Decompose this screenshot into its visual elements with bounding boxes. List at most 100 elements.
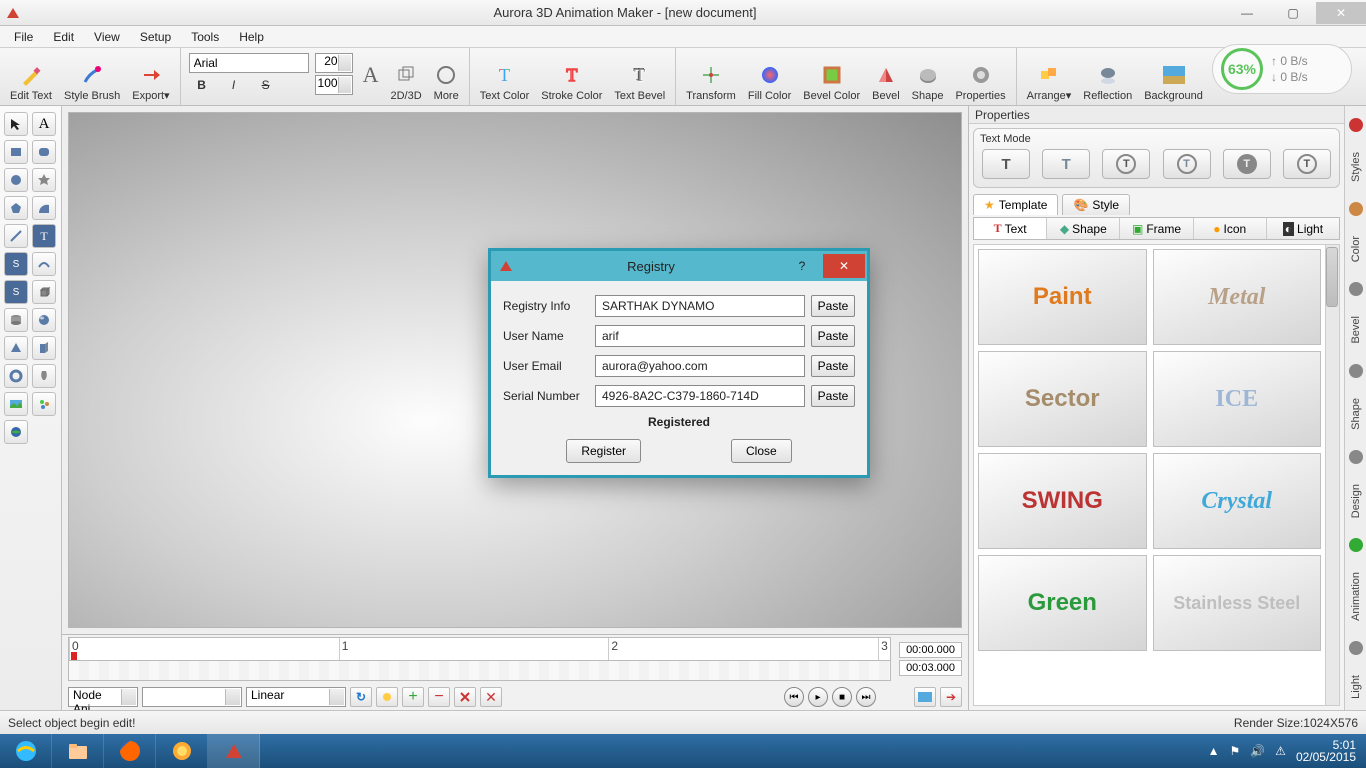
vase-tool[interactable]	[32, 364, 56, 388]
dialog-help-button[interactable]: ?	[781, 254, 823, 278]
arc-tool[interactable]	[32, 196, 56, 220]
goto-end-button[interactable]: ⏭	[856, 687, 876, 707]
gallery-item[interactable]: Crystal	[1153, 453, 1322, 549]
gallery-item[interactable]: Green	[978, 555, 1147, 651]
style-brush-button[interactable]: Style Brush	[60, 51, 124, 102]
easing-combo[interactable]: Linear	[246, 687, 346, 707]
prism-tool[interactable]	[32, 336, 56, 360]
maximize-button[interactable]: ▢	[1270, 2, 1316, 24]
register-button[interactable]: Register	[566, 439, 641, 463]
gallery-item[interactable]: SWING	[978, 453, 1147, 549]
more-button[interactable]: More	[430, 51, 463, 102]
text-mode-2[interactable]: T	[1042, 149, 1090, 179]
subtab-shape[interactable]: ◆Shape	[1047, 218, 1120, 239]
key-button[interactable]	[376, 687, 398, 707]
properties-button[interactable]: Properties	[951, 51, 1009, 102]
font-size-bottom-spinner[interactable]: 100	[315, 75, 353, 95]
tray-network-icon[interactable]: ⚠	[1275, 744, 1286, 758]
text-mode-3[interactable]: T	[1102, 149, 1150, 179]
tray-flag2-icon[interactable]: ⚑	[1229, 744, 1240, 758]
close-button[interactable]: ✕	[1316, 2, 1366, 24]
stroke-color-button[interactable]: TStroke Color	[537, 51, 606, 102]
remove-key-button[interactable]: −	[428, 687, 450, 707]
tray-volume-icon[interactable]: 🔊	[1250, 744, 1265, 758]
taskbar-app1[interactable]	[156, 734, 208, 768]
subtab-frame[interactable]: ▣Frame	[1120, 218, 1193, 239]
circle-tool[interactable]	[4, 168, 28, 192]
minimize-button[interactable]: —	[1224, 2, 1270, 24]
text-color-button[interactable]: TText Color	[476, 51, 534, 102]
text-mode-6[interactable]: T	[1283, 149, 1331, 179]
dialog-close-btn[interactable]: Close	[731, 439, 792, 463]
svg-shape-tool[interactable]: S	[4, 280, 28, 304]
gallery-item[interactable]: Sector	[978, 351, 1147, 447]
paste-user-name[interactable]: Paste	[811, 325, 855, 347]
paste-serial[interactable]: Paste	[811, 385, 855, 407]
strike-button[interactable]: S	[253, 75, 279, 95]
taskbar-explorer[interactable]	[52, 734, 104, 768]
menu-edit[interactable]: Edit	[43, 28, 84, 46]
cylinder-tool[interactable]	[4, 308, 28, 332]
text-mode-5[interactable]: T	[1223, 149, 1271, 179]
side-tab-design[interactable]: Design	[1350, 484, 1362, 518]
taskbar-firefox[interactable]	[104, 734, 156, 768]
gallery-item[interactable]: Metal	[1153, 249, 1322, 345]
timeline-ruler[interactable]: 0 1 2 3	[68, 637, 891, 661]
goto-start-button[interactable]: ⏮	[784, 687, 804, 707]
taskbar-ie[interactable]	[0, 734, 52, 768]
2d3d-button[interactable]: 2D/3D	[386, 51, 425, 102]
side-tab-light[interactable]: Light	[1350, 675, 1362, 699]
subtab-text[interactable]: TText	[974, 218, 1047, 239]
render-button[interactable]: ➔	[940, 687, 962, 707]
pointer-tool[interactable]	[4, 112, 28, 136]
rect-tool[interactable]	[4, 140, 28, 164]
menu-setup[interactable]: Setup	[130, 28, 181, 46]
subtab-icon[interactable]: ●Icon	[1194, 218, 1267, 239]
tab-template[interactable]: ★Template	[973, 194, 1058, 215]
paste-registry-info[interactable]: Paste	[811, 295, 855, 317]
font-style-button[interactable]: A	[359, 51, 383, 102]
user-email-input[interactable]	[595, 355, 805, 377]
image-tool[interactable]	[4, 392, 28, 416]
curve-tool[interactable]	[32, 252, 56, 276]
gallery-item[interactable]: Stainless Steel	[1153, 555, 1322, 651]
bevel-button[interactable]: Bevel	[868, 51, 904, 102]
anim-type-combo[interactable]: Node Ani	[68, 687, 138, 707]
menu-file[interactable]: File	[4, 28, 43, 46]
edit-text-button[interactable]: Edit Text	[6, 51, 56, 102]
line-tool[interactable]	[4, 224, 28, 248]
user-name-input[interactable]	[595, 325, 805, 347]
bevel-color-button[interactable]: Bevel Color	[799, 51, 864, 102]
polygon-tool[interactable]	[4, 196, 28, 220]
refresh-button[interactable]: ↻	[350, 687, 372, 707]
transform-button[interactable]: Transform	[682, 51, 740, 102]
stop-button[interactable]: ■	[832, 687, 852, 707]
paste-user-email[interactable]: Paste	[811, 355, 855, 377]
svg-tool[interactable]: S	[4, 252, 28, 276]
play-button[interactable]: ▸	[808, 687, 828, 707]
side-tab-color[interactable]: Color	[1350, 236, 1362, 262]
cut-key-button[interactable]	[454, 687, 476, 707]
text-bevel-button[interactable]: TText Bevel	[610, 51, 669, 102]
gallery-scrollbar[interactable]	[1325, 245, 1339, 705]
tab-style[interactable]: 🎨Style	[1062, 194, 1130, 215]
gallery-item[interactable]: Paint	[978, 249, 1147, 345]
fill-color-button[interactable]: Fill Color	[744, 51, 795, 102]
particle-tool[interactable]	[32, 392, 56, 416]
screenshot-button[interactable]	[914, 687, 936, 707]
export-button[interactable]: Export▾	[128, 51, 173, 102]
font-family-select[interactable]	[189, 53, 309, 73]
3d-text-tool[interactable]: T	[32, 224, 56, 248]
cone-tool[interactable]	[4, 336, 28, 360]
menu-help[interactable]: Help	[229, 28, 274, 46]
dialog-close-button[interactable]: ✕	[823, 254, 865, 278]
arrange-button[interactable]: Arrange▾	[1023, 51, 1076, 102]
star-tool[interactable]	[32, 168, 56, 192]
side-tab-styles[interactable]: Styles	[1350, 152, 1362, 182]
reflection-button[interactable]: Reflection	[1079, 51, 1136, 102]
side-tab-animation[interactable]: Animation	[1350, 572, 1362, 621]
serial-number-input[interactable]	[595, 385, 805, 407]
add-key-button[interactable]: +	[402, 687, 424, 707]
taskbar-aurora[interactable]	[208, 734, 260, 768]
subtab-light[interactable]: ◐Light	[1267, 218, 1339, 239]
